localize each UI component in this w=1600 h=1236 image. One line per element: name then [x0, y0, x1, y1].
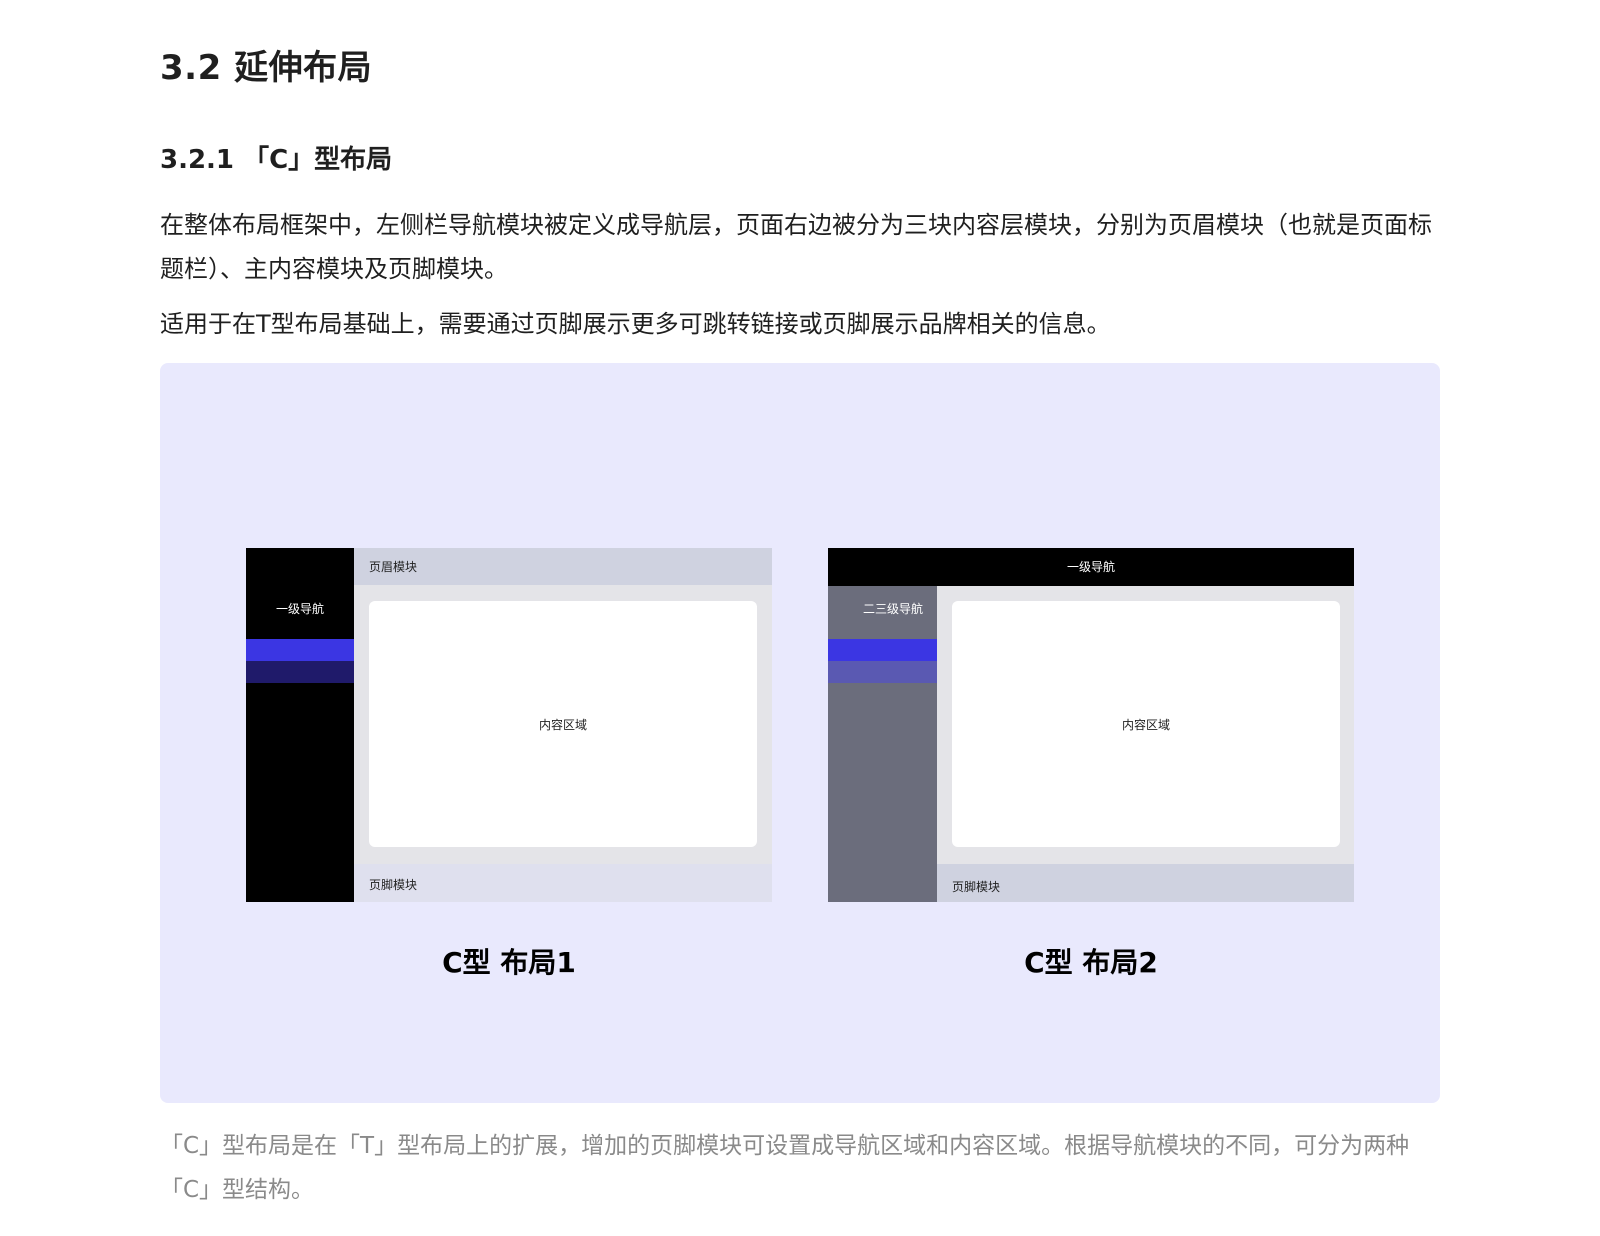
- top-nav-label: 一级导航: [1066, 560, 1115, 574]
- footer-label: 页脚模块: [369, 878, 418, 892]
- c-layout-1-diagram: 一级导航 页眉模块 内容区域 页脚模块: [246, 548, 772, 902]
- nav-active-item: [828, 639, 937, 661]
- footer-label: 页脚模块: [952, 880, 1001, 894]
- side-nav-label: 一级导航: [275, 602, 324, 616]
- header-label: 页眉模块: [369, 560, 418, 574]
- layout-figure: 一级导航 页眉模块 内容区域 页脚模块 C型 布局1 一级导航 二三级导航 内容…: [160, 363, 1440, 1103]
- paragraph-description: 在整体布局框架中，左侧栏导航模块被定义成导航层，页面右边被分为三块内容层模块，分…: [160, 211, 1432, 283]
- side-nav-block: [828, 586, 937, 902]
- paragraph-usage: 适用于在T型布局基础上，需要通过页脚展示更多可跳转链接或页脚展示品牌相关的信息。: [160, 310, 1111, 338]
- side-nav-label: 二三级导航: [862, 602, 923, 616]
- content-label: 内容区域: [538, 718, 587, 732]
- section-title: 3.2 延伸布局: [160, 48, 373, 88]
- content-label: 内容区域: [1121, 718, 1170, 732]
- nav-active-item: [246, 639, 354, 661]
- layout-2-caption: C型 布局2: [1024, 946, 1158, 979]
- subsection-title: 3.2.1 「C」型布局: [160, 145, 393, 175]
- nav-sub-item: [246, 661, 354, 683]
- nav-sub-item: [828, 661, 937, 683]
- figure-caption: 「C」型布局是在「T」型布局上的扩展，增加的页脚模块可设置成导航区域和内容区域。…: [160, 1133, 1410, 1203]
- c-layout-2-diagram: 一级导航 二三级导航 内容区域 页脚模块: [828, 548, 1354, 902]
- layout-1-caption: C型 布局1: [442, 946, 576, 979]
